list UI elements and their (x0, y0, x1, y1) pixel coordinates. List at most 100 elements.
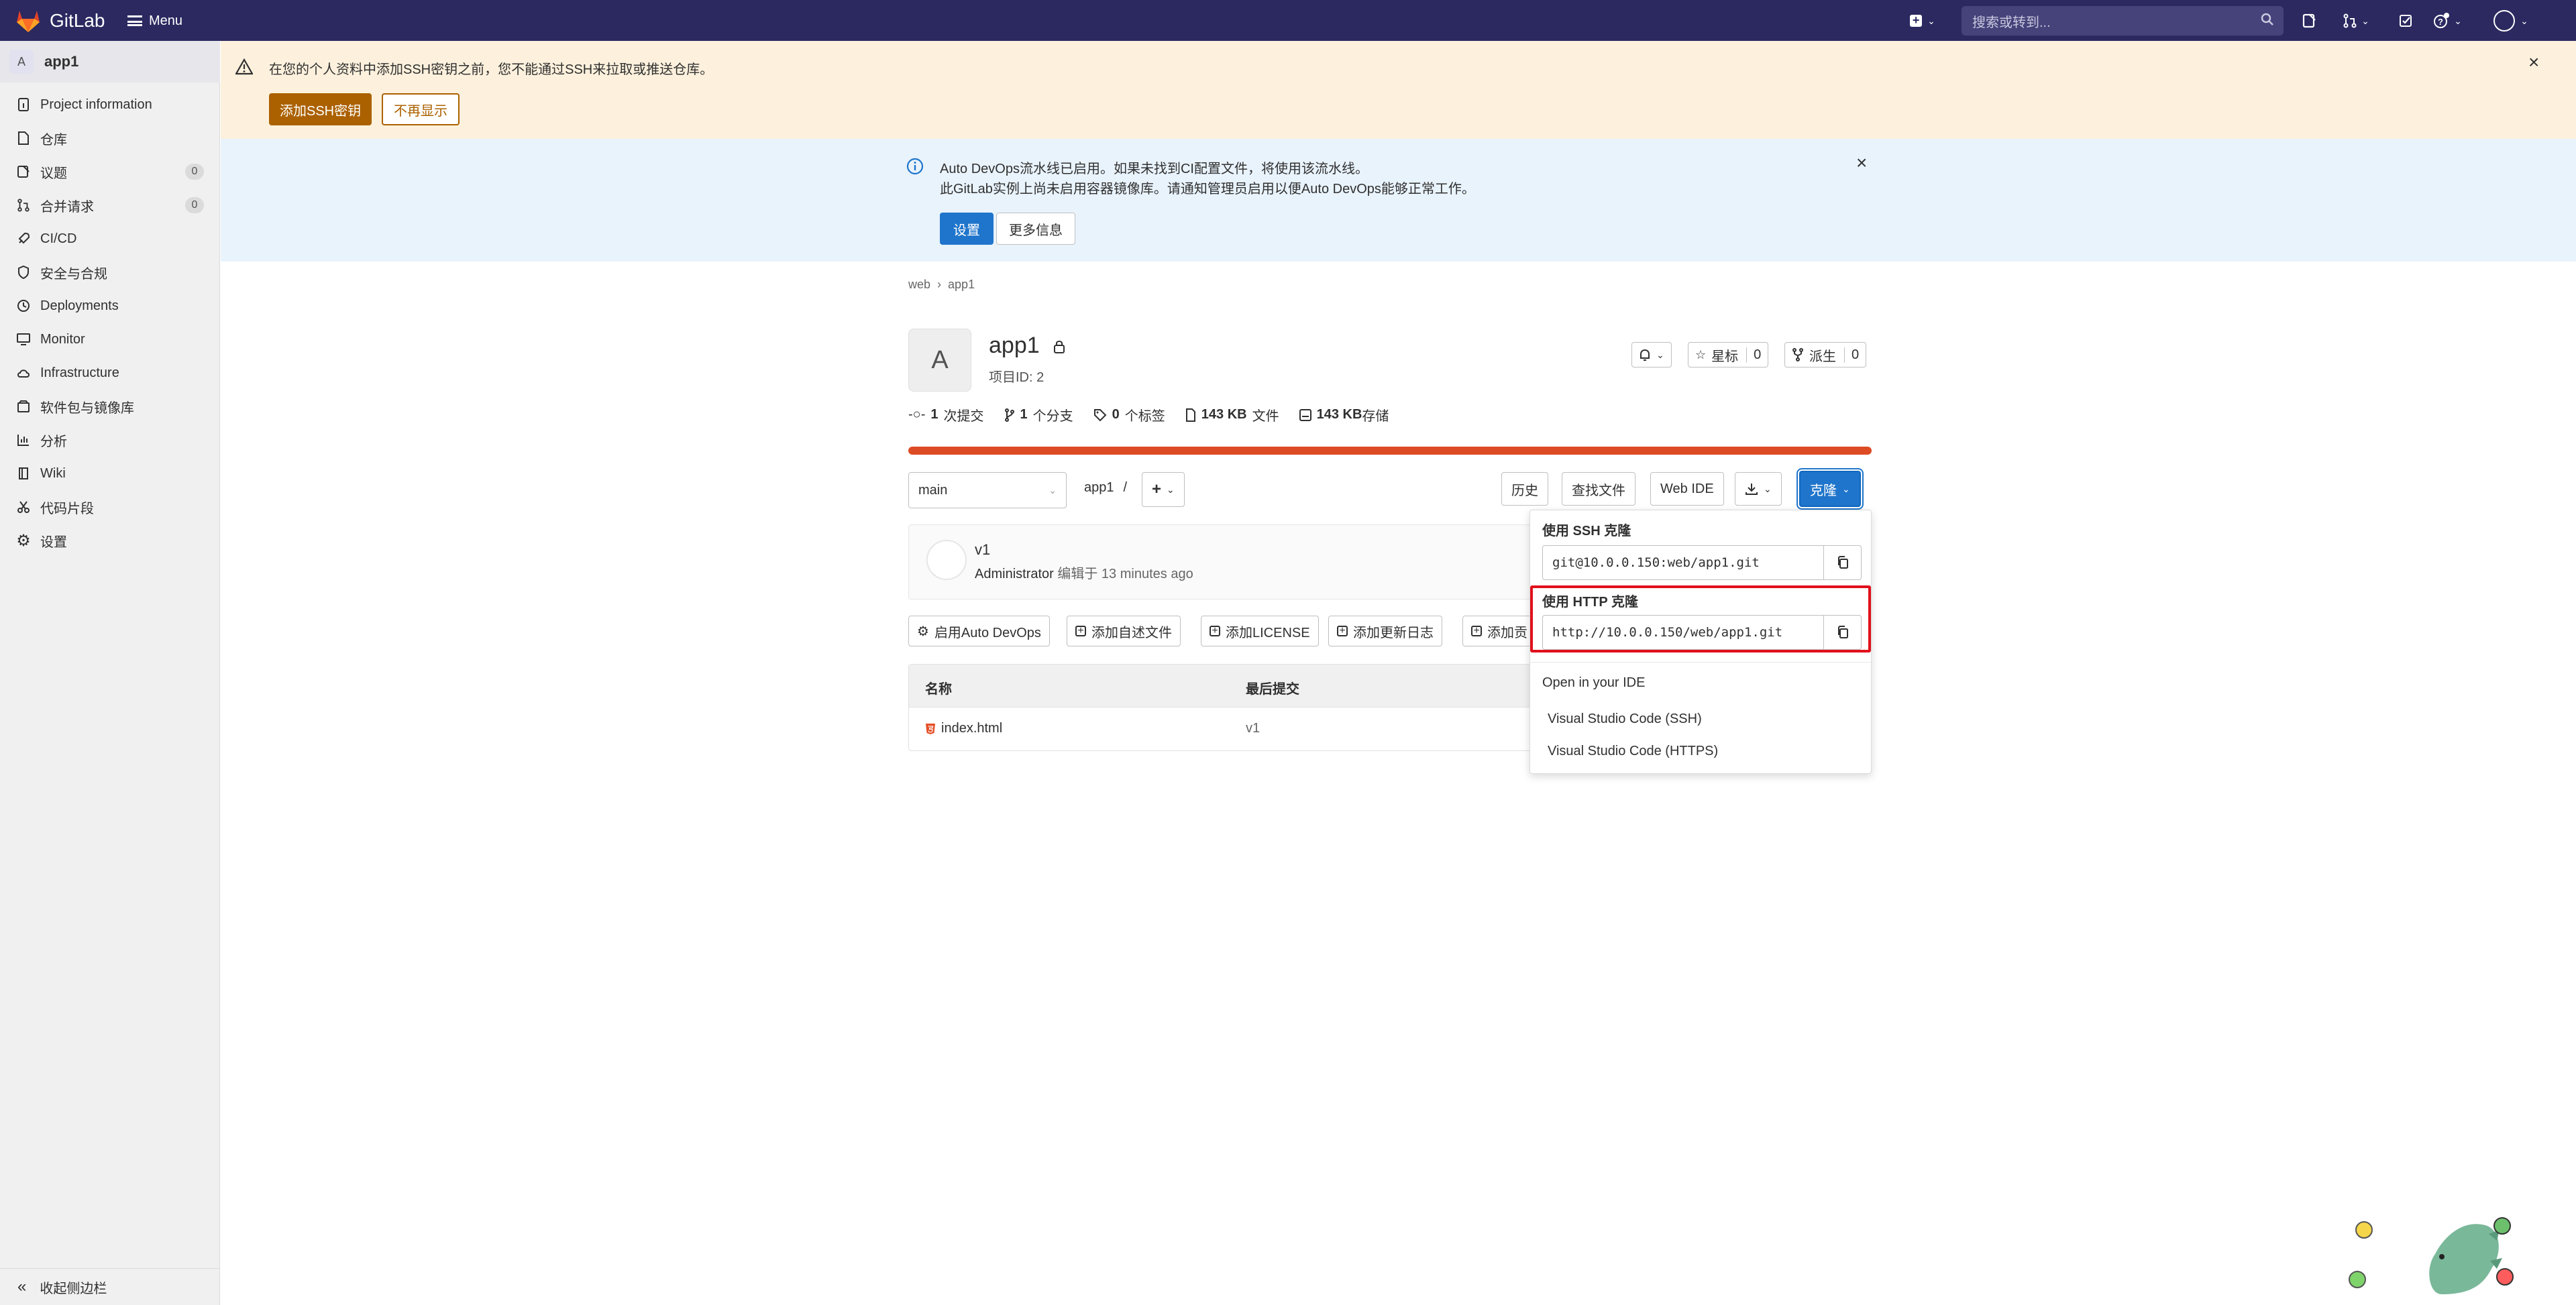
sidebar-item-wiki[interactable]: Wiki (0, 458, 220, 489)
sidebar-item-label: CI/CD (40, 231, 77, 246)
merge-requests-dropdown[interactable]: ⌄ (2336, 7, 2376, 34)
dropdown-divider (1530, 662, 1871, 663)
sidebar-item-security[interactable]: 安全与合规 (0, 257, 220, 288)
branches-stat[interactable]: 1 个分支 (1004, 405, 1073, 424)
dont-show-again-button[interactable]: 不再显示 (382, 93, 460, 125)
mascot-emoji-yellow-icon (2355, 1221, 2373, 1239)
monitor-icon (16, 332, 31, 347)
sidebar-item-repository[interactable]: 仓库 (0, 123, 220, 154)
download-dropdown[interactable]: ⌄ (1735, 472, 1782, 506)
ssh-alert-message: 在您的个人资料中添加SSH密钥之前，您不能通过SSH来拉取或推送仓库。 (269, 62, 714, 77)
find-file-button[interactable]: 查找文件 (1562, 472, 1635, 506)
star-button[interactable]: ☆ 星标 0 (1688, 342, 1769, 367)
svg-text:?: ? (2438, 17, 2443, 27)
add-contributing-button[interactable]: + 添加贡 (1462, 616, 1536, 646)
devops-alert-line-1: Auto DevOps流水线已启用。如果未找到CI配置文件，将使用该流水线。 (940, 162, 1368, 176)
cloud-icon (16, 365, 31, 380)
file-last-commit-cell[interactable]: v1 (1246, 721, 1260, 736)
add-license-button[interactable]: + 添加LICENSE (1201, 616, 1319, 646)
chevron-down-icon: ⌄ (2361, 15, 2369, 26)
issues-shortcut-icon[interactable] (2297, 7, 2321, 34)
close-icon[interactable]: × (1856, 152, 1867, 174)
open-vscode-ssh-item[interactable]: Visual Studio Code (SSH) (1548, 712, 1702, 727)
project-avatar: A (908, 329, 971, 392)
sidebar-item-label: 代码片段 (40, 501, 94, 516)
help-dropdown[interactable]: ? ⌄ (2427, 7, 2467, 34)
chart-icon (16, 433, 31, 447)
notification-dropdown[interactable]: ⌄ (1631, 342, 1672, 367)
http-clone-url: http://10.0.0.150/web/app1.git (1552, 625, 1783, 640)
sidebar-item-snippets[interactable]: 代码片段 (0, 492, 220, 522)
sidebar-item-label: 软件包与镜像库 (40, 400, 134, 416)
book-icon (16, 466, 31, 481)
gitlab-logo-icon[interactable] (15, 9, 42, 33)
add-to-tree-dropdown[interactable]: + ⌄ (1142, 472, 1185, 507)
repo-path-root[interactable]: app1 (1084, 480, 1114, 496)
sidebar-item-cicd[interactable]: CI/CD (0, 223, 220, 254)
brand-name[interactable]: GitLab (50, 9, 105, 32)
plus-square-icon: + (1471, 625, 1482, 636)
file-name-cell[interactable]: index.html (925, 721, 1002, 736)
add-changelog-button[interactable]: + 添加更新日志 (1328, 616, 1442, 646)
mascot-widget[interactable] (2341, 1207, 2576, 1305)
collapse-sidebar-button[interactable]: « 收起侧边栏 (0, 1268, 220, 1305)
close-icon[interactable]: × (2528, 52, 2539, 73)
chevron-down-icon: ⌄ (1167, 484, 1175, 495)
sidebar-item-issues[interactable]: 议题 0 (0, 156, 220, 187)
disk-icon (1299, 408, 1311, 421)
commit-author[interactable]: Administrator (975, 567, 1054, 581)
tags-stat[interactable]: 0 个标签 (1093, 405, 1165, 424)
files-stat[interactable]: 143 KB 文件 (1185, 405, 1279, 424)
sidebar: A app1 Project information 仓库 议题 0 合并请求 … (0, 41, 220, 1305)
sidebar-project-name: app1 (44, 53, 79, 70)
breadcrumb-item[interactable]: app1 (948, 278, 975, 292)
sidebar-item-project-information[interactable]: Project information (0, 89, 220, 120)
add-ssh-key-button[interactable]: 添加SSH密钥 (269, 93, 372, 125)
search-input[interactable]: 搜索或转到... (1962, 6, 2284, 36)
commits-stat[interactable]: -○- 1 次提交 (908, 405, 984, 424)
ssh-clone-url-input[interactable]: git@10.0.0.150:web/app1.git (1542, 545, 1862, 580)
copy-http-url-button[interactable] (1823, 616, 1861, 649)
avatar[interactable] (926, 540, 967, 580)
collapse-sidebar-label: 收起侧边栏 (40, 1281, 107, 1296)
sidebar-item-merge-requests[interactable]: 合并请求 0 (0, 190, 220, 221)
open-vscode-https-item[interactable]: Visual Studio Code (HTTPS) (1548, 744, 1718, 759)
add-readme-button[interactable]: + 添加自述文件 (1067, 616, 1181, 646)
plus-square-icon: + (1075, 625, 1086, 636)
todos-icon[interactable] (2394, 7, 2418, 34)
breadcrumb-item[interactable]: web (908, 278, 930, 292)
web-ide-button[interactable]: Web IDE (1650, 472, 1724, 506)
history-button[interactable]: 历史 (1501, 472, 1548, 506)
user-menu-dropdown[interactable]: ⌄ (2487, 7, 2534, 34)
enable-auto-devops-button[interactable]: ⚙ 启用Auto DevOps (908, 616, 1050, 646)
http-clone-url-input[interactable]: http://10.0.0.150/web/app1.git (1542, 615, 1862, 650)
sidebar-item-packages[interactable]: 软件包与镜像库 (0, 391, 220, 422)
sidebar-item-settings[interactable]: ⚙ 设置 (0, 525, 220, 556)
issues-icon (16, 164, 31, 179)
chevron-down-icon: ⌄ (1927, 15, 1935, 26)
new-item-dropdown[interactable]: + ⌄ (1904, 7, 1941, 34)
copy-ssh-url-button[interactable] (1823, 546, 1861, 579)
storage-stat[interactable]: 143 KB 存储 (1299, 405, 1389, 424)
menu-button[interactable]: Menu (127, 8, 182, 34)
html5-icon (926, 723, 935, 734)
branch-selector[interactable]: main ⌄ (908, 472, 1067, 508)
fork-button[interactable]: 派生 0 (1784, 342, 1867, 367)
mascot-emoji-red-icon (2496, 1268, 2514, 1286)
devops-settings-button[interactable]: 设置 (940, 213, 994, 245)
copy-icon (1837, 556, 1848, 569)
clone-dropdown-button[interactable]: 克隆 ⌄ (1799, 471, 1861, 507)
sidebar-item-monitor[interactable]: Monitor (0, 324, 220, 355)
project-avatar: A (9, 50, 34, 74)
sidebar-project-header[interactable]: A app1 (0, 41, 220, 82)
more-info-button[interactable]: 更多信息 (996, 213, 1075, 245)
help-icon: ? (2434, 13, 2450, 28)
sidebar-item-deployments[interactable]: Deployments (0, 290, 220, 321)
commit-meta: Administrator 编辑于 13 minutes ago (975, 563, 1193, 582)
sidebar-item-infrastructure[interactable]: Infrastructure (0, 357, 220, 388)
avatar (2493, 10, 2516, 32)
sidebar-item-analytics[interactable]: 分析 (0, 424, 220, 455)
commit-title[interactable]: v1 (975, 541, 990, 559)
star-icon: ☆ (1695, 347, 1707, 361)
path-separator: / (1123, 480, 1128, 495)
